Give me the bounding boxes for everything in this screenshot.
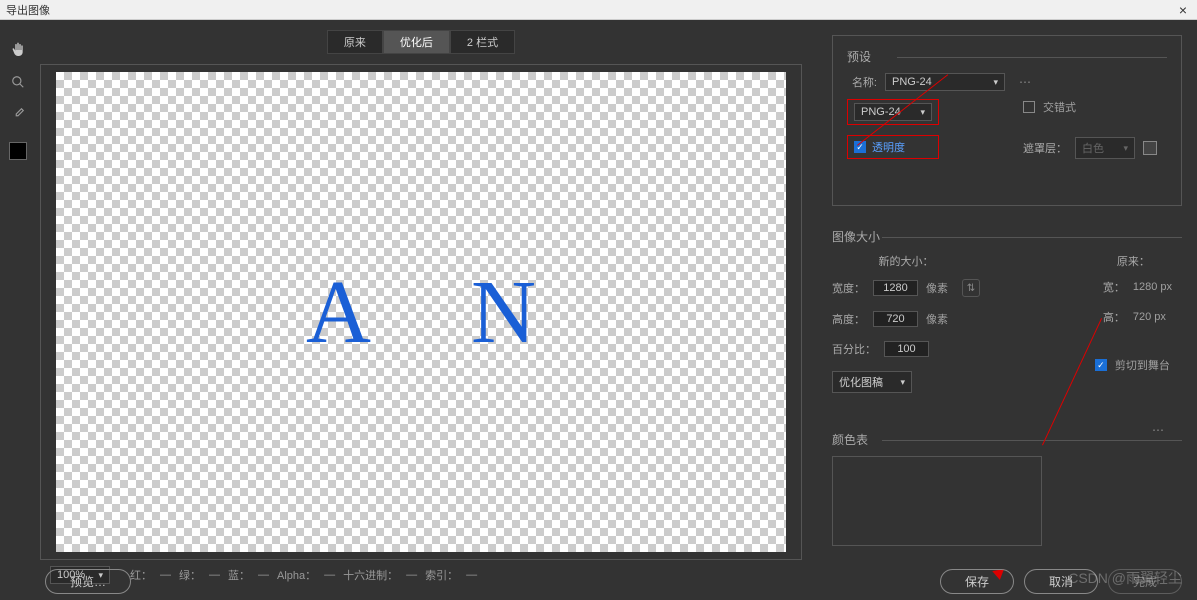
right-panel: 预设 名称: PNG-24▾ ⋯ PNG-24▾ 透明度 交错式 (817, 20, 1197, 600)
window-titlebar: 导出图像 × (0, 0, 1197, 20)
matte-swatch (1143, 141, 1157, 155)
canvas: A N (56, 72, 786, 552)
orig-h-label: 高： (1095, 309, 1125, 325)
cancel-button[interactable]: 取消 (1024, 569, 1098, 594)
clip-label: 剪切到舞台 (1115, 357, 1170, 373)
canvas-letter-n: N (471, 261, 536, 364)
width-label: 宽度： (832, 280, 865, 296)
preset-group: 预设 名称: PNG-24▾ ⋯ PNG-24▾ 透明度 交错式 (832, 35, 1182, 206)
color-table-group: 颜色表 ⋯ (832, 423, 1182, 554)
preview-button[interactable]: 预览… (45, 569, 131, 594)
transparency-label: 透明度 (872, 139, 905, 155)
image-size-group: 图像大小 新的大小： 宽度： 像素 ⇅ 高度： 像素 (832, 220, 1182, 409)
interlaced-checkbox[interactable] (1023, 101, 1035, 113)
format-select[interactable]: PNG-24▾ (854, 103, 932, 121)
hand-tool-icon[interactable] (8, 40, 28, 60)
transparency-checkbox[interactable] (854, 141, 866, 153)
eyedropper-tool-icon[interactable] (8, 104, 28, 124)
orig-h-value: 720 px (1133, 311, 1166, 323)
window-title: 导出图像 (6, 2, 50, 18)
left-toolbar (0, 20, 35, 600)
canvas-letter-a: A (306, 261, 371, 364)
view-tabs: 原来 优化后 2 栏式 (40, 30, 802, 54)
clip-checkbox[interactable] (1095, 359, 1107, 371)
link-dimensions-icon[interactable]: ⇅ (962, 279, 980, 297)
tab-original[interactable]: 原来 (327, 30, 383, 54)
tab-optimized[interactable]: 优化后 (383, 30, 450, 54)
color-table-title: 颜色表 (832, 431, 1182, 448)
tab-twoup[interactable]: 2 栏式 (450, 30, 515, 54)
image-size-title: 图像大小 (832, 228, 1182, 245)
color-swatch[interactable] (9, 142, 27, 160)
preset-options-icon[interactable]: ⋯ (1019, 75, 1031, 89)
orig-w-value: 1280 px (1133, 281, 1172, 293)
orig-w-label: 宽： (1095, 279, 1125, 295)
transparency-highlight: 透明度 (847, 135, 939, 159)
interlaced-label: 交错式 (1043, 99, 1076, 115)
preset-name-label: 名称: (847, 74, 877, 90)
height-input[interactable] (873, 311, 918, 327)
original-heading: 原来： (1095, 253, 1172, 269)
done-button[interactable]: 完成 (1108, 569, 1182, 594)
preset-name-select[interactable]: PNG-24▾ (885, 73, 1005, 91)
close-icon[interactable]: × (1175, 2, 1191, 18)
percent-input[interactable] (884, 341, 929, 357)
resample-select[interactable]: 优化图稿▾ (832, 371, 912, 393)
footer-buttons: 预览… 保存 取消 完成 (45, 569, 1182, 594)
height-label: 高度： (832, 311, 865, 327)
matte-select: 白色▾ (1075, 137, 1135, 159)
percent-label: 百分比： (832, 341, 876, 357)
color-table-options-icon[interactable]: ⋯ (1152, 423, 1164, 437)
width-unit: 像素 (926, 280, 948, 296)
preset-title: 预设 (847, 48, 1167, 65)
canvas-viewport[interactable]: A N (40, 64, 802, 560)
height-unit: 像素 (926, 311, 948, 327)
format-highlight: PNG-24▾ (847, 99, 939, 125)
width-input[interactable] (873, 280, 918, 296)
color-table-box (832, 456, 1042, 546)
save-button[interactable]: 保存 (940, 569, 1014, 594)
zoom-tool-icon[interactable] (8, 72, 28, 92)
new-size-heading: 新的大小： (832, 253, 980, 269)
matte-label: 遮罩层： (1023, 140, 1067, 156)
